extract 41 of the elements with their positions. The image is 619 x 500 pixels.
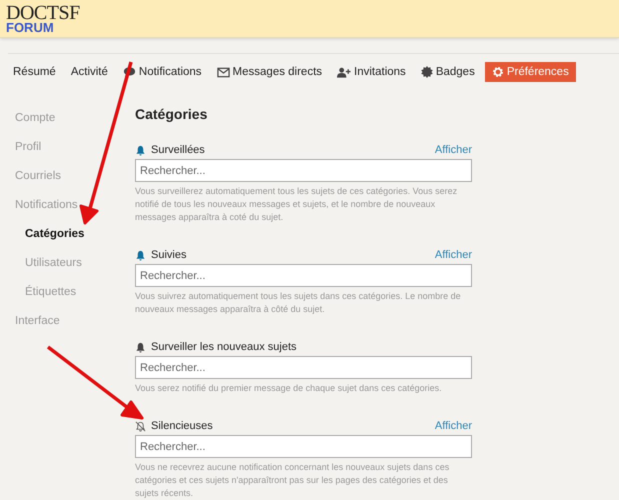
nav-tab[interactable]: Activité: [66, 62, 113, 82]
envelope-icon: [216, 66, 230, 78]
nav-tab[interactable]: Invitations: [332, 62, 411, 82]
show-link[interactable]: Afficher: [434, 249, 472, 261]
sidebar-item[interactable]: Notifications: [0, 191, 135, 220]
sidebar-item[interactable]: Catégories: [0, 220, 135, 249]
speech-bubble-icon: [122, 66, 136, 78]
section-title: Suivies: [151, 249, 188, 261]
section-title: Silencieuses: [151, 420, 214, 432]
forum-logo[interactable]: DOCTSF FORUM: [6, 3, 80, 34]
badge-icon: [420, 66, 433, 78]
settings-icon: [492, 66, 504, 78]
search-field[interactable]: Rechercher...: [135, 435, 472, 458]
section-description: Vous serez notifié du premier message de chaque sujet dans ces catégories.: [135, 382, 443, 395]
section-title: Surveillées: [151, 144, 206, 156]
search-field[interactable]: Rechercher...: [135, 356, 472, 379]
nav-tab[interactable]: Notifications: [118, 62, 207, 82]
sidebar-item[interactable]: Étiquettes: [0, 278, 135, 307]
nav-tab[interactable]: Messages directs: [212, 62, 328, 82]
nav-tab[interactable]: Résumé: [8, 62, 61, 82]
sidebar-item[interactable]: Profil: [0, 133, 135, 162]
search-field[interactable]: Rechercher...: [135, 159, 472, 182]
user-plus-icon: [337, 66, 352, 78]
section-description: Vous surveillerez automatiquement tous les sujets de ces catégories. Vous serez notifié de tous les nouveaux messages et sujets, et le nombre de nouveaux messages apparaîtra à coté du sujet.: [135, 185, 458, 224]
show-link[interactable]: Afficher: [434, 420, 472, 432]
nav-tab[interactable]: Badges: [416, 62, 480, 82]
section-description: Vous suivrez automatiquement tous les sujets dans ces catégories. Le nombre de nouveaux messages apparaîtra à côté du sujet.: [135, 290, 462, 316]
muted-bell-icon: [135, 420, 146, 432]
bell-icon: [135, 144, 146, 156]
bell-icon: [135, 250, 146, 260]
show-link[interactable]: Afficher: [434, 144, 472, 156]
section-title: Surveiller les nouveaux sujets: [151, 341, 298, 353]
bell-icon: [135, 342, 146, 352]
sidebar-item[interactable]: Courriels: [0, 162, 135, 191]
section-description: Vous ne recevrez aucune notification concernant les nouveaux sujets dans ces catégories et ces sujets n'apparaîtront pas sur les pages des catégories et des sujets récents.: [135, 461, 450, 500]
sidebar-item[interactable]: Compte: [0, 104, 135, 133]
page-heading: Catégories: [135, 106, 208, 122]
search-field[interactable]: Rechercher...: [135, 264, 472, 287]
sidebar-item[interactable]: Utilisateurs: [0, 249, 135, 278]
nav-tab[interactable]: Préférences: [484, 62, 576, 82]
sidebar-item[interactable]: Interface: [0, 307, 135, 336]
